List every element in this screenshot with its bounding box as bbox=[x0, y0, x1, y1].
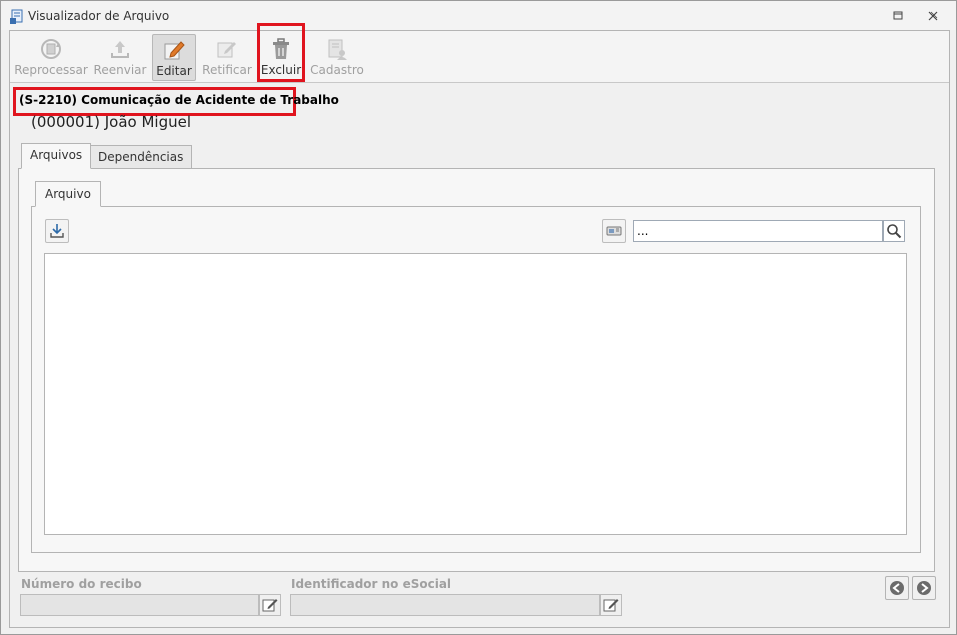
reprocess-icon bbox=[41, 39, 61, 59]
toolbar: Reprocessar Reenviar Editar Retificar Ex… bbox=[10, 23, 949, 83]
toggle-view-button[interactable] bbox=[602, 219, 626, 243]
next-button[interactable] bbox=[912, 576, 936, 600]
trash-icon bbox=[273, 38, 289, 59]
editar-label: Editar bbox=[156, 64, 192, 78]
tab-arquivos[interactable]: Arquivos bbox=[21, 143, 92, 169]
identificador-edit-button[interactable] bbox=[600, 594, 622, 616]
numero-recibo-label: Número do recibo bbox=[21, 577, 142, 591]
identificador-field[interactable] bbox=[290, 594, 600, 616]
toggle-view-icon bbox=[606, 226, 622, 236]
event-title: (S-2210) Comunicação de Acidente de Trab… bbox=[19, 93, 339, 107]
numero-recibo-edit-button[interactable] bbox=[259, 594, 281, 616]
previous-button[interactable] bbox=[885, 576, 909, 600]
excluir-label: Excluir bbox=[260, 63, 302, 77]
download-button[interactable] bbox=[45, 219, 69, 243]
edit-icon bbox=[262, 599, 278, 612]
upload-icon bbox=[111, 41, 129, 58]
arrow-left-icon bbox=[890, 581, 904, 595]
subtab-arquivo[interactable]: Arquivo bbox=[35, 181, 101, 207]
viewer-body: Reprocessar Reenviar Editar Retificar Ex… bbox=[9, 23, 950, 628]
retificar-button[interactable]: Retificar bbox=[201, 34, 253, 81]
title-bar[interactable]: Visualizador de Arquivo bbox=[1, 1, 956, 30]
document-viewer-icon bbox=[9, 9, 25, 25]
viewer-window: Visualizador de Arquivo Reprocessar Reen… bbox=[0, 0, 957, 635]
download-icon bbox=[50, 224, 64, 238]
window-title: Visualizador de Arquivo bbox=[28, 9, 170, 23]
excluir-button[interactable]: Excluir bbox=[259, 34, 303, 81]
identificador-label: Identificador no eSocial bbox=[291, 577, 452, 591]
search-button[interactable] bbox=[883, 220, 905, 242]
editar-button[interactable]: Editar bbox=[152, 34, 196, 81]
search-icon bbox=[887, 224, 902, 239]
reenviar-label: Reenviar bbox=[93, 63, 147, 77]
numero-recibo-field[interactable] bbox=[20, 594, 259, 616]
cadastro-label: Cadastro bbox=[310, 63, 364, 77]
arrow-right-icon bbox=[917, 581, 931, 595]
tab-dependencias[interactable]: Dependências bbox=[89, 145, 193, 169]
arquivos-tab-panel: Arquivo bbox=[18, 168, 935, 572]
restore-button[interactable] bbox=[887, 7, 909, 25]
person-name: (000001) João Miguel bbox=[31, 113, 192, 131]
retificar-label: Retificar bbox=[202, 63, 252, 77]
rectify-icon bbox=[217, 42, 236, 58]
edit-icon bbox=[603, 599, 619, 612]
cadastro-button[interactable]: Cadastro bbox=[310, 34, 364, 81]
arquivo-panel bbox=[31, 206, 921, 553]
close-button[interactable] bbox=[922, 7, 944, 25]
reenviar-button[interactable]: Reenviar bbox=[93, 34, 147, 81]
edit-icon bbox=[164, 41, 185, 60]
register-icon bbox=[328, 39, 347, 60]
search-input[interactable] bbox=[633, 220, 883, 242]
file-content-area[interactable] bbox=[44, 253, 907, 535]
reprocessar-button[interactable]: Reprocessar bbox=[14, 34, 88, 81]
reprocessar-label: Reprocessar bbox=[14, 63, 88, 77]
